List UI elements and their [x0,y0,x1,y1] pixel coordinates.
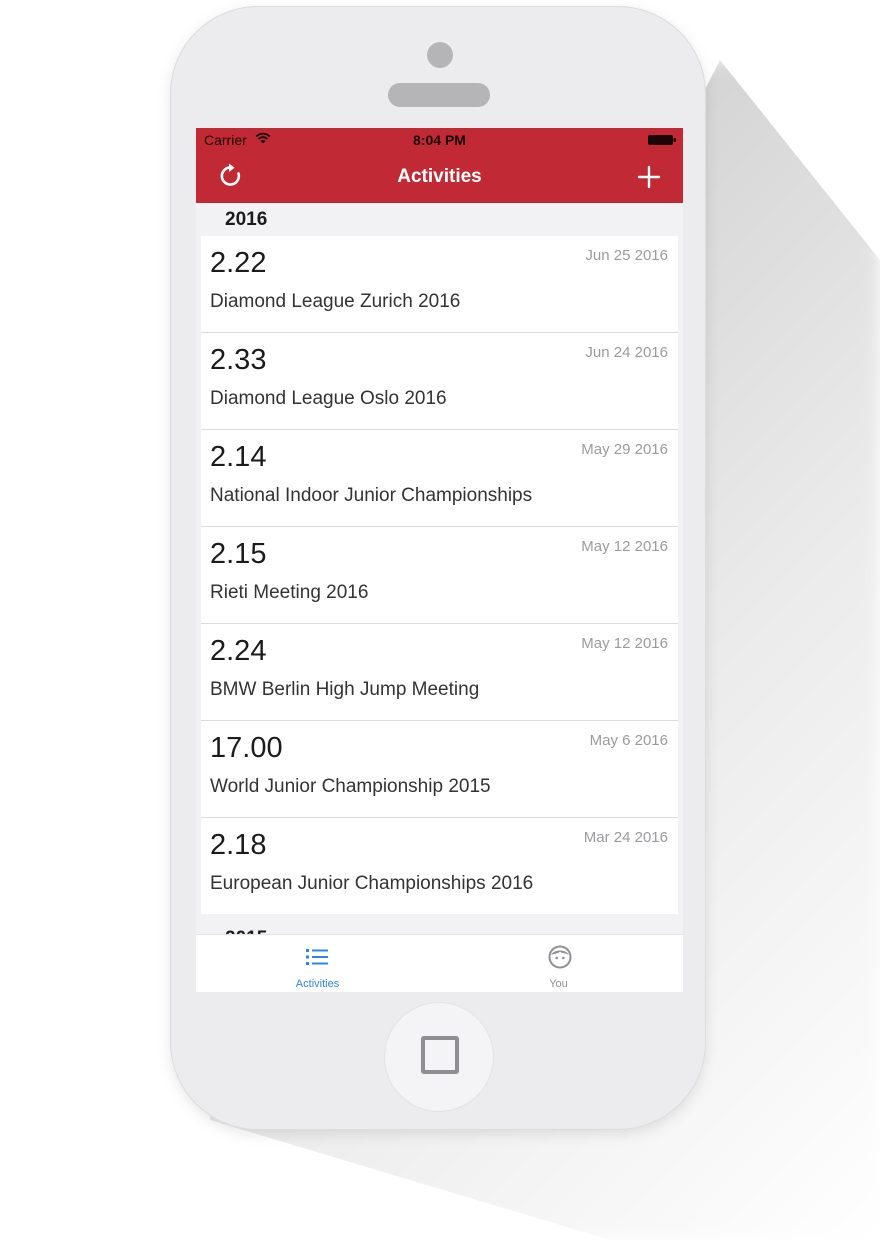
activity-result: 2.24 [210,635,267,667]
activity-row[interactable]: 2.33 Diamond League Oslo 2016 Jun 24 201… [201,333,678,430]
activity-row[interactable]: 2.24 BMW Berlin High Jump Meeting May 12… [201,624,678,721]
plus-icon[interactable] [636,164,662,190]
status-time: 8:04 PM [413,132,466,148]
app-header: Carrier 8:04 PM Activities [196,128,683,203]
home-square-icon [421,1036,459,1074]
activity-name: National Indoor Junior Championships [210,485,533,506]
activity-row[interactable]: 17.00 World Junior Championship 2015 May… [201,721,678,818]
tab-bar: Activities You [196,934,683,992]
section-header-2015: 2015 [196,914,683,934]
battery-icon [648,135,676,145]
list-icon [306,949,328,965]
activity-result: 2.18 [210,829,267,861]
camera-dot [427,42,453,68]
activity-date: May 29 2016 [581,441,668,458]
nav-title: Activities [397,166,482,187]
phone-screen: Carrier 8:04 PM Activities 2016 2.22 Dia… [196,128,683,992]
activity-name: Rieti Meeting 2016 [210,582,369,603]
tab-activities[interactable]: Activities [196,935,439,992]
activity-date: Jun 25 2016 [585,247,668,264]
activities-list[interactable]: 2016 2.22 Diamond League Zurich 2016 Jun… [196,203,683,934]
activity-name: Diamond League Oslo 2016 [210,388,447,409]
activity-name: BMW Berlin High Jump Meeting [210,679,480,700]
activity-row[interactable]: 2.14 National Indoor Junior Championship… [201,430,678,527]
stage: Carrier 8:04 PM Activities 2016 2.22 Dia… [0,0,880,1240]
activity-date: May 12 2016 [581,538,668,555]
activity-name: European Junior Championships 2016 [210,873,534,894]
face-icon [548,945,572,969]
activity-date: Mar 24 2016 [583,829,668,846]
tab-you-label: You [549,978,568,990]
activity-result: 17.00 [210,732,283,764]
activity-date: May 6 2016 [589,732,668,749]
activity-row[interactable]: 2.15 Rieti Meeting 2016 May 12 2016 [201,527,678,624]
activity-name: Diamond League Zurich 2016 [210,291,461,312]
activity-result: 2.14 [210,441,267,473]
activity-result: 2.22 [210,247,267,279]
activity-result: 2.33 [210,344,267,376]
activity-name: World Junior Championship 2015 [210,776,491,797]
tab-you[interactable]: You [439,935,682,992]
section-header-2016: 2016 [196,203,683,236]
activity-row[interactable]: 2.18 European Junior Championships 2016 … [201,818,678,914]
activity-date: Jun 24 2016 [585,344,668,361]
activity-date: May 12 2016 [581,635,668,652]
speaker-grille [388,83,490,107]
tab-activities-label: Activities [295,978,340,990]
activity-result: 2.15 [210,538,267,570]
section-card-2016: 2.22 Diamond League Zurich 2016 Jun 25 2… [201,236,678,914]
activity-row[interactable]: 2.22 Diamond League Zurich 2016 Jun 25 2… [201,236,678,333]
